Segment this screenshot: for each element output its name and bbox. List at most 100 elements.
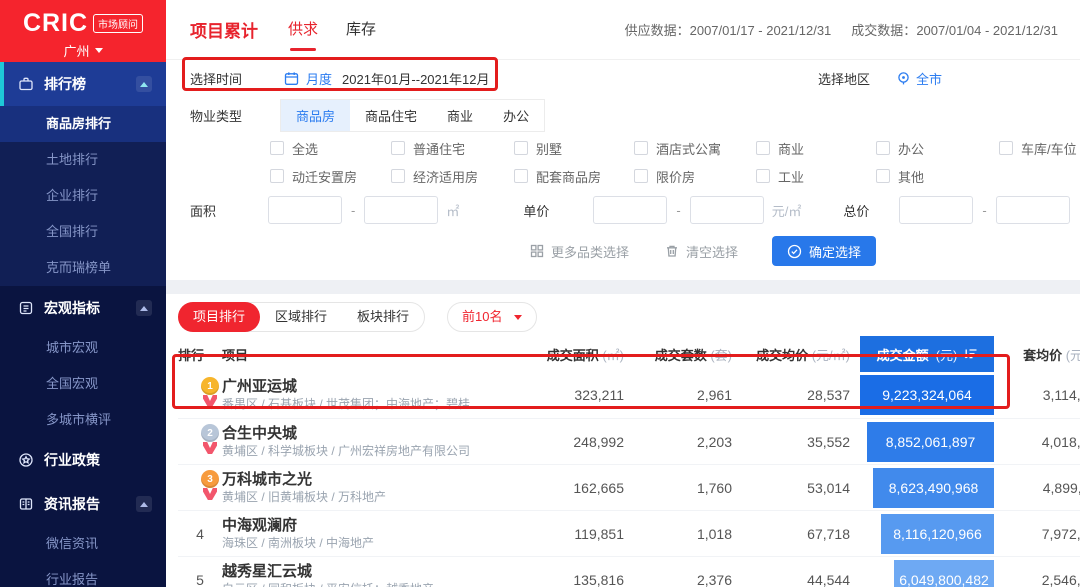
sidebar-item-commercial-housing-ranking[interactable]: 商品房排行 — [0, 106, 166, 142]
amount-cell: 6,049,800,482 — [860, 557, 994, 587]
location-pin-icon — [896, 71, 911, 86]
table-row[interactable]: 3 万科城市之光黄埔区 / 旧黄埔板块 / 万科地产 162,665 1,760… — [178, 464, 1080, 510]
sidebar-item-city-macro[interactable]: 城市宏观 — [0, 330, 166, 366]
project-location: 黄埔区 / 科学城板块 / 广州宏祥房地产有限公司 — [222, 444, 470, 458]
sidebar-section-reports[interactable]: 资讯报告 — [0, 482, 166, 526]
amount-bar: 8,623,490,968 — [873, 468, 994, 508]
checkbox-other[interactable]: 其他 — [876, 167, 999, 186]
project-cell[interactable]: 越秀星汇云城白云区 / 同和板块 / 平安信托；越秀地产 — [222, 563, 522, 587]
units-value: 2,961 — [634, 387, 742, 403]
col-avg-price: 成交均价 (元/㎡) — [742, 345, 860, 364]
price-max-input[interactable] — [690, 196, 764, 224]
clear-selection-button[interactable]: 清空选择 — [665, 242, 738, 261]
briefcase-icon — [18, 76, 34, 92]
sidebar-section-ranking[interactable]: 排行榜 — [0, 62, 166, 106]
sidebar-item-cric-list[interactable]: 克而瑞榜单 — [0, 250, 166, 286]
checkbox-garage-parking[interactable]: 车库/车位 — [999, 139, 1080, 158]
filter-buttons-row: 更多品类选择 清空选择 确定选择 — [190, 236, 1080, 266]
units-value: 1,018 — [634, 526, 742, 542]
checkbox-icon — [391, 169, 405, 183]
project-name: 万科城市之光 — [222, 471, 312, 488]
area-max-input[interactable] — [364, 196, 438, 224]
top-n-dropdown[interactable]: 前10名 — [447, 302, 536, 332]
tab-project-cumulative[interactable]: 项目累计 — [190, 17, 258, 42]
checkbox-icon — [756, 141, 770, 155]
area-min-input[interactable] — [268, 196, 342, 224]
checkbox-villa[interactable]: 别墅 — [514, 139, 634, 158]
total-min-input[interactable] — [899, 196, 973, 224]
project-cell[interactable]: 合生中央城黄埔区 / 科学城板块 / 广州宏祥房地产有限公司 — [222, 425, 522, 459]
tab-commercial[interactable]: 商业 — [432, 100, 488, 131]
col-area: 成交面积 (㎡) — [522, 345, 634, 364]
amount-cell: 9,223,324,064 — [860, 372, 994, 418]
period-selector[interactable]: 月度 — [306, 69, 332, 88]
per-unit-value: 2,546,212 — [994, 572, 1080, 587]
brand-header: CRIC 市场顾问 广州 — [0, 0, 166, 62]
project-location: 黄埔区 / 旧黄埔板块 / 万科地产 — [222, 490, 386, 504]
sidebar-section-macro[interactable]: 宏观指标 — [0, 286, 166, 330]
sidebar-item-land-ranking[interactable]: 土地排行 — [0, 142, 166, 178]
time-range-value[interactable]: 2021年01月--2021年12月 — [342, 69, 489, 88]
chevron-down-icon — [95, 48, 103, 53]
sidebar-item-industry-reports[interactable]: 行业报告 — [0, 562, 166, 587]
table-row[interactable]: 2 合生中央城黄埔区 / 科学城板块 / 广州宏祥房地产有限公司 248,992… — [178, 418, 1080, 464]
sidebar-item-national-ranking[interactable]: 全国排行 — [0, 214, 166, 250]
tab-supply-demand[interactable]: 供求 — [288, 0, 318, 60]
project-cell[interactable]: 中海观澜府海珠区 / 南洲板块 / 中海地产 — [222, 517, 522, 551]
range-inputs-row: 面积 - ㎡ 单价 - 元/㎡ 总价 - — [190, 196, 1080, 224]
region-filter-label: 选择地区 — [818, 69, 870, 88]
tab-commercial-residential[interactable]: 商品住宅 — [350, 100, 432, 131]
total-max-input[interactable] — [996, 196, 1070, 224]
tab-district-ranking[interactable]: 区域排行 — [260, 303, 342, 331]
sidebar-section-policy[interactable]: 行业政策 — [0, 438, 166, 482]
chevron-up-icon[interactable] — [136, 300, 152, 316]
tab-inventory[interactable]: 库存 — [346, 0, 376, 60]
project-cell[interactable]: 广州亚运城番禺区 / 石基板块 / 世茂集团；中海地产；碧桂... — [222, 378, 522, 412]
tab-project-ranking[interactable]: 项目排行 — [178, 302, 260, 332]
avg-price-value: 67,718 — [742, 526, 860, 542]
table-row[interactable]: 1 广州亚运城番禺区 / 石基板块 / 世茂集团；中海地产；碧桂... 323,… — [178, 372, 1080, 418]
sidebar-item-national-macro[interactable]: 全国宏观 — [0, 366, 166, 402]
confirm-selection-button[interactable]: 确定选择 — [772, 236, 876, 266]
cric-logo: CRIC — [23, 9, 88, 38]
deal-data-label: 成交数据： — [851, 23, 916, 38]
project-name: 越秀星汇云城 — [222, 563, 312, 580]
unit-price-label: 单价 — [523, 201, 549, 220]
tab-commercial-housing[interactable]: 商品房 — [281, 100, 350, 131]
more-categories-button[interactable]: 更多品类选择 — [530, 242, 629, 261]
price-min-input[interactable] — [593, 196, 667, 224]
per-unit-value: 4,899,711 — [994, 480, 1080, 496]
checkbox-price-capped-housing[interactable]: 限价房 — [634, 167, 756, 186]
brand-badge: 市场顾问 — [93, 14, 143, 33]
main-content: 项目累计 供求 库存 供应数据：2007/01/17 - 2021/12/31 … — [166, 0, 1080, 587]
table-row[interactable]: 5 越秀星汇云城白云区 / 同和板块 / 平安信托；越秀地产 135,816 2… — [178, 556, 1080, 587]
checkbox-industrial[interactable]: 工业 — [756, 167, 876, 186]
tab-block-ranking[interactable]: 板块排行 — [342, 303, 424, 331]
table-row[interactable]: 4 中海观澜府海珠区 / 南洲板块 / 中海地产 119,851 1,018 6… — [178, 510, 1080, 556]
property-type-row: 物业类型 商品房 商品住宅 商业 办公 — [190, 100, 1080, 130]
chevron-up-icon[interactable] — [136, 496, 152, 512]
sidebar-item-multicity-compare[interactable]: 多城市横评 — [0, 402, 166, 438]
city-selector[interactable]: 广州 — [0, 41, 166, 60]
checkbox-select-all[interactable]: 全选 — [270, 139, 391, 158]
per-unit-value: 3,114,936 — [994, 387, 1080, 403]
checkbox-hotel-apartment[interactable]: 酒店式公寓 — [634, 139, 756, 158]
region-selector[interactable]: 全市 — [896, 69, 942, 88]
checkbox-ordinary-residence[interactable]: 普通住宅 — [391, 139, 514, 158]
checkbox-supporting-housing[interactable]: 配套商品房 — [514, 167, 634, 186]
units-value: 1,760 — [634, 480, 742, 496]
col-amount-sorted[interactable]: 成交金额(元) — [860, 336, 994, 372]
sidebar-item-wechat-news[interactable]: 微信资讯 — [0, 526, 166, 562]
checkbox-office[interactable]: 办公 — [876, 139, 999, 158]
sidebar: CRIC 市场顾问 广州 排行榜 商品房排行 土地排行 企业排行 全国排行 克而… — [0, 0, 166, 587]
checkbox-relocation-housing[interactable]: 动迁安置房 — [270, 167, 391, 186]
tab-office[interactable]: 办公 — [488, 100, 544, 131]
checkbox-commercial[interactable]: 商业 — [756, 139, 876, 158]
range-dash: - — [676, 203, 680, 218]
project-location: 番禺区 / 石基板块 / 世茂集团；中海地产；碧桂... — [222, 397, 480, 411]
checkbox-affordable-housing[interactable]: 经济适用房 — [391, 167, 514, 186]
project-cell[interactable]: 万科城市之光黄埔区 / 旧黄埔板块 / 万科地产 — [222, 471, 522, 505]
rank-number: 4 — [178, 526, 222, 542]
chevron-up-icon[interactable] — [136, 76, 152, 92]
sidebar-item-enterprise-ranking[interactable]: 企业排行 — [0, 178, 166, 214]
